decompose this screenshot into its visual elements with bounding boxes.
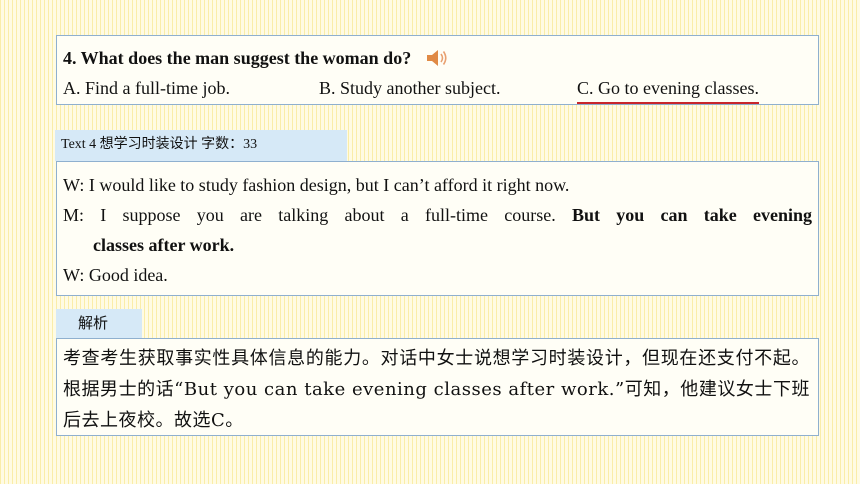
text-tab-label: Text 4 想学习时装设计 字数：33 — [55, 130, 347, 161]
speaker-icon[interactable] — [425, 47, 451, 69]
dialogue-line-w1: W: I would like to study fashion design,… — [63, 175, 570, 195]
dialogue-m-plain: M: I suppose you are talking about a ful… — [63, 205, 572, 225]
dialogue-box: W: I would like to study fashion design,… — [56, 161, 819, 296]
analysis-tab-label: 解析 — [56, 309, 142, 339]
option-b: B. Study another subject. — [319, 78, 501, 98]
question-box: 4. What does the man suggest the woman d… — [56, 35, 819, 105]
analysis-text: 考查考生获取事实性具体信息的能力。对话中女士说想学习时装设计，但现在还支付不起。… — [63, 348, 810, 431]
dialogue-line-m-cont: classes after work. — [63, 230, 812, 260]
dialogue-m-bold: But you can take evening — [571, 205, 812, 225]
option-a: A. Find a full-time job. — [63, 78, 230, 98]
dialogue-line-w2: W: Good idea. — [63, 265, 168, 285]
question-title: 4. What does the man suggest the woman d… — [63, 48, 412, 68]
option-c-answer: C. Go to evening classes. — [577, 75, 759, 104]
question-title-row: 4. What does the man suggest the woman d… — [63, 45, 818, 71]
dialogue-line-m: M: I suppose you are talking about a ful… — [63, 200, 812, 230]
analysis-box: 考查考生获取事实性具体信息的能力。对话中女士说想学习时装设计，但现在还支付不起。… — [56, 338, 819, 436]
dialogue-m-bold-cont: classes after work. — [93, 235, 235, 255]
